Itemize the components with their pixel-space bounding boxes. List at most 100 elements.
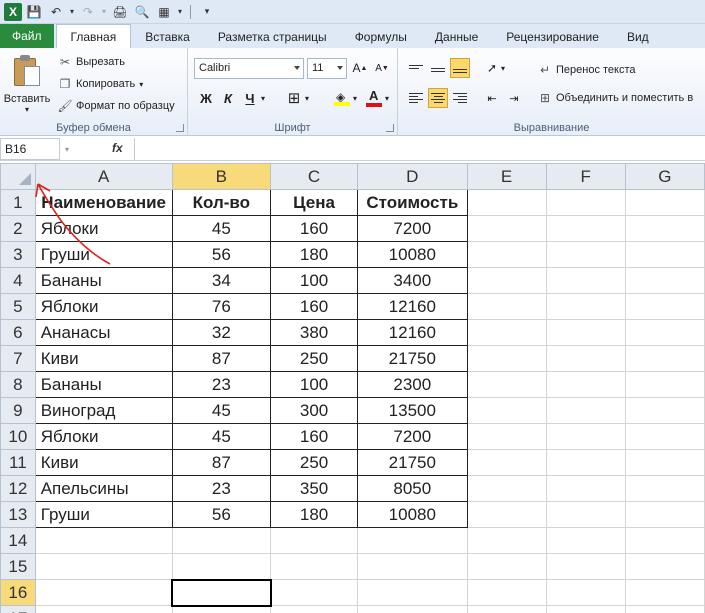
format-painter-button[interactable]: 🖌 Формат по образцу — [57, 96, 174, 116]
cell-c16[interactable] — [270, 579, 359, 606]
cell-b1[interactable]: Кол-во — [171, 189, 272, 216]
cell-a14[interactable] — [34, 527, 173, 554]
cell-d1[interactable]: Стоимость — [357, 189, 468, 216]
cell-f11[interactable] — [545, 449, 626, 476]
cell-b11[interactable]: 87 — [171, 449, 272, 476]
cell-d2[interactable]: 7200 — [357, 215, 468, 242]
tab-page-layout[interactable]: Разметка страницы — [204, 26, 341, 48]
cell-a3[interactable]: Груши — [34, 241, 173, 268]
cell-g5[interactable] — [624, 293, 705, 320]
tab-data[interactable]: Данные — [421, 26, 492, 48]
cell-e7[interactable] — [466, 345, 547, 372]
cell-c1[interactable]: Цена — [270, 189, 359, 216]
cell-g14[interactable] — [624, 527, 705, 554]
tab-home[interactable]: Главная — [55, 24, 132, 48]
cell-g1[interactable] — [624, 189, 705, 216]
cell-g4[interactable] — [624, 267, 705, 294]
font-launcher-icon[interactable] — [386, 124, 394, 132]
cell-g8[interactable] — [624, 371, 705, 398]
merge-center-button[interactable]: ⊞ Объединить и поместить в — [538, 88, 693, 108]
font-size-select[interactable]: 11 — [307, 58, 347, 79]
cell-d8[interactable]: 2300 — [357, 371, 468, 398]
column-header-f[interactable]: F — [545, 163, 626, 190]
cell-d9[interactable]: 13500 — [357, 397, 468, 424]
formula-input[interactable] — [134, 138, 705, 160]
clipboard-launcher-icon[interactable] — [176, 124, 184, 132]
row-header-7[interactable]: 7 — [0, 345, 36, 372]
cell-d12[interactable]: 8050 — [357, 475, 468, 502]
row-header-8[interactable]: 8 — [0, 371, 36, 398]
borders-icon[interactable]: ⊞ — [284, 88, 304, 108]
row-header-11[interactable]: 11 — [0, 449, 36, 476]
row-header-16[interactable]: 16 — [0, 579, 36, 606]
cell-f7[interactable] — [545, 345, 626, 372]
undo-icon[interactable]: ↶ — [46, 2, 66, 22]
tab-file[interactable]: Файл — [0, 24, 54, 48]
align-bottom-icon[interactable] — [450, 58, 470, 78]
cell-a17[interactable] — [34, 605, 173, 613]
increase-indent-icon[interactable]: ⇥ — [504, 88, 524, 108]
cell-c2[interactable]: 160 — [270, 215, 359, 242]
row-header-15[interactable]: 15 — [0, 553, 36, 580]
cell-g9[interactable] — [624, 397, 705, 424]
column-header-e[interactable]: E — [466, 163, 547, 190]
cell-e17[interactable] — [466, 605, 547, 613]
row-header-2[interactable]: 2 — [0, 215, 36, 242]
cell-g11[interactable] — [624, 449, 705, 476]
align-middle-icon[interactable] — [428, 58, 448, 78]
cell-d17[interactable] — [357, 605, 468, 613]
name-box[interactable]: B16 — [0, 138, 60, 160]
grow-font-icon[interactable]: A ▲ — [350, 58, 370, 78]
cell-a15[interactable] — [34, 553, 173, 580]
cell-c6[interactable]: 380 — [270, 319, 359, 346]
cell-f3[interactable] — [545, 241, 626, 268]
font-color-dropdown-icon[interactable]: ▾ — [382, 88, 392, 108]
cell-f9[interactable] — [545, 397, 626, 424]
cell-a13[interactable]: Груши — [34, 501, 173, 528]
decrease-indent-icon[interactable]: ⇤ — [482, 88, 502, 108]
cell-b5[interactable]: 76 — [171, 293, 272, 320]
redo-icon[interactable]: ↷ — [78, 2, 98, 22]
row-header-3[interactable]: 3 — [0, 241, 36, 268]
row-header-5[interactable]: 5 — [0, 293, 36, 320]
cell-a1[interactable]: Наименование — [34, 189, 173, 216]
cell-d15[interactable] — [357, 553, 468, 580]
cell-c11[interactable]: 250 — [270, 449, 359, 476]
cell-a16[interactable] — [34, 579, 173, 606]
cell-d5[interactable]: 12160 — [357, 293, 468, 320]
cell-g2[interactable] — [624, 215, 705, 242]
cell-e13[interactable] — [466, 501, 547, 528]
font-color-icon[interactable]: A — [364, 88, 384, 108]
cell-c14[interactable] — [270, 527, 359, 554]
cell-b4[interactable]: 34 — [171, 267, 272, 294]
customize-dropdown-icon[interactable]: ▾ — [176, 2, 184, 22]
cell-f2[interactable] — [545, 215, 626, 242]
cell-a11[interactable]: Киви — [34, 449, 173, 476]
cell-d11[interactable]: 21750 — [357, 449, 468, 476]
cut-button[interactable]: ✂ Вырезать — [58, 52, 125, 72]
cell-d16[interactable] — [357, 579, 468, 606]
cell-c8[interactable]: 100 — [270, 371, 359, 398]
insert-function-icon[interactable]: fx — [112, 141, 123, 155]
cell-c10[interactable]: 160 — [270, 423, 359, 450]
row-header-10[interactable]: 10 — [0, 423, 36, 450]
redo-dropdown-icon[interactable]: ▾ — [100, 2, 108, 22]
undo-dropdown-icon[interactable]: ▾ — [68, 2, 76, 22]
cell-a5[interactable]: Яблоки — [34, 293, 173, 320]
column-header-a[interactable]: A — [34, 163, 173, 190]
excel-logo-icon[interactable]: X — [4, 2, 22, 21]
cell-b7[interactable]: 87 — [171, 345, 272, 372]
shrink-font-icon[interactable]: A ▼ — [372, 58, 392, 78]
fill-color-dropdown-icon[interactable]: ▾ — [350, 88, 360, 108]
cell-f8[interactable] — [545, 371, 626, 398]
cell-c13[interactable]: 180 — [270, 501, 359, 528]
cell-g6[interactable] — [624, 319, 705, 346]
cell-g13[interactable] — [624, 501, 705, 528]
cell-a6[interactable]: Ананасы — [34, 319, 173, 346]
print-icon[interactable]: 🖨 — [110, 2, 130, 22]
tab-formulas[interactable]: Формулы — [341, 26, 421, 48]
cell-d14[interactable] — [357, 527, 468, 554]
row-header-17[interactable]: 17 — [0, 605, 36, 613]
cell-f6[interactable] — [545, 319, 626, 346]
cell-c5[interactable]: 160 — [270, 293, 359, 320]
